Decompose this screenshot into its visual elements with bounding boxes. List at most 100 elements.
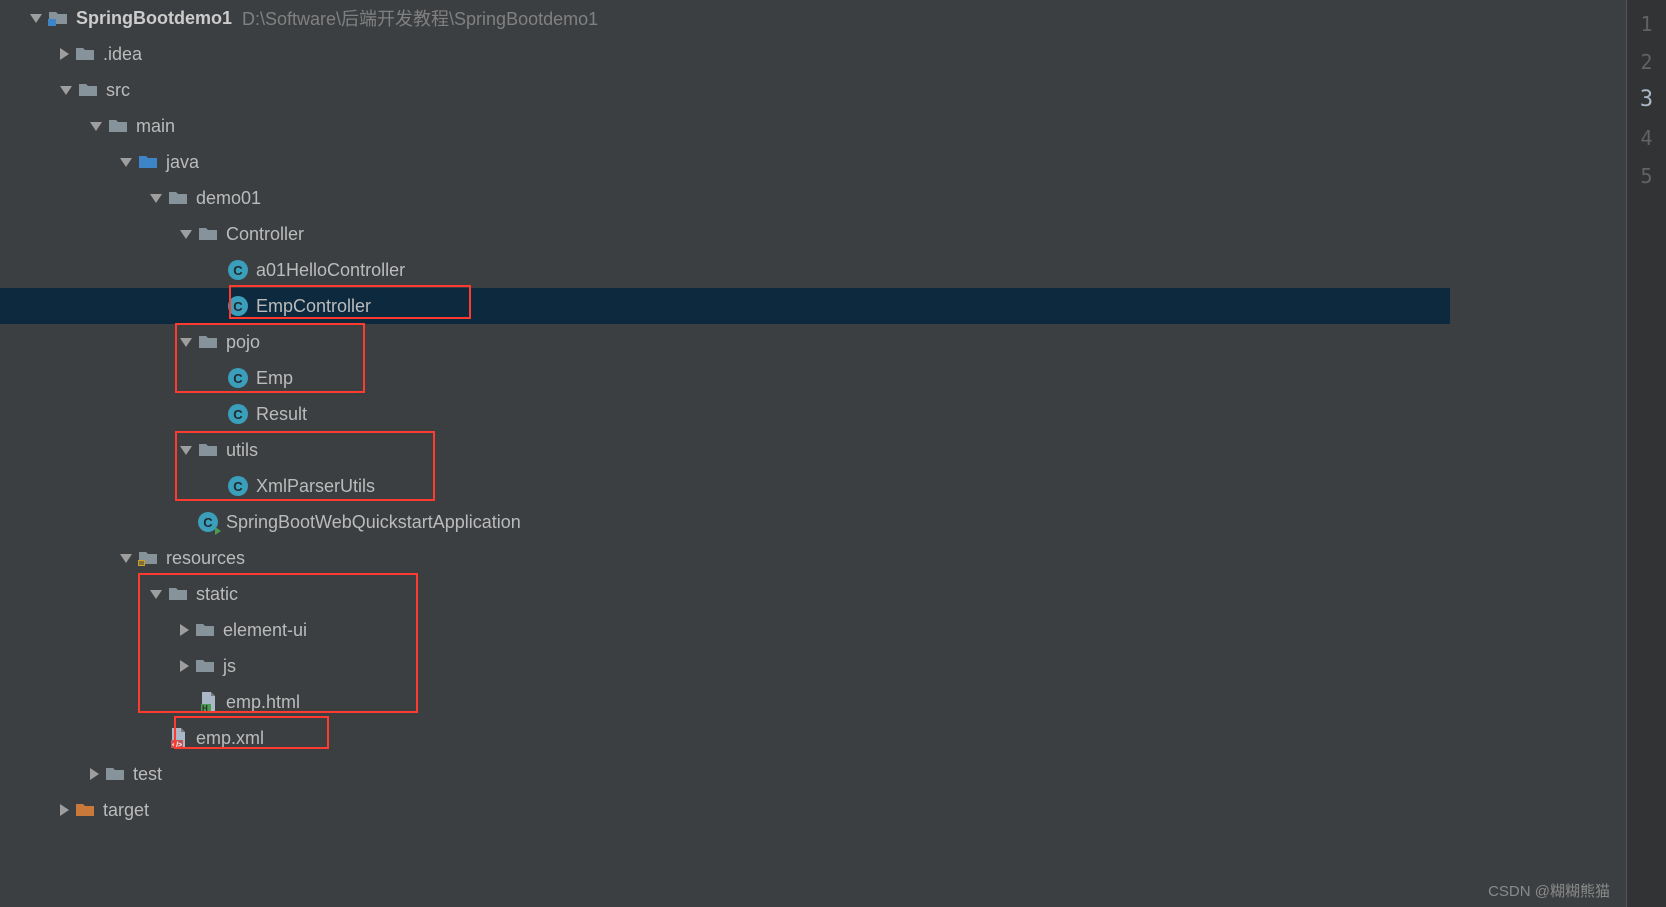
- tree-row[interactable]: C EmpController: [0, 288, 1450, 324]
- chevron-right-icon[interactable]: [180, 660, 189, 672]
- tree-item-label: SpringBootWebQuickstartApplication: [226, 512, 521, 533]
- tree-item-label: emp.xml: [196, 728, 264, 749]
- editor-gutter: 12345: [1626, 0, 1666, 907]
- chevron-down-icon[interactable]: [120, 554, 132, 563]
- folder-icon: [198, 332, 218, 352]
- tree-row[interactable]: java: [0, 144, 1450, 180]
- tree-row[interactable]: C Result: [0, 396, 1450, 432]
- tree-row[interactable]: demo01: [0, 180, 1450, 216]
- chevron-down-icon[interactable]: [120, 158, 132, 167]
- class-icon: C: [228, 404, 248, 424]
- target-folder-icon: [75, 800, 95, 820]
- tree-row[interactable]: C SpringBootWebQuickstartApplication: [0, 504, 1450, 540]
- tree-row[interactable]: main: [0, 108, 1450, 144]
- gutter-line-number[interactable]: 2: [1627, 43, 1666, 81]
- folder-icon: [168, 188, 188, 208]
- arrow-spacer: [210, 264, 222, 276]
- chevron-down-icon[interactable]: [60, 86, 72, 95]
- folder-icon: [78, 80, 98, 100]
- folder-icon: [195, 620, 215, 640]
- tree-row[interactable]: test: [0, 756, 1450, 792]
- svg-text:</>: </>: [172, 742, 182, 748]
- html-file-icon: H: [198, 692, 218, 712]
- tree-item-label: utils: [226, 440, 258, 461]
- tree-item-label: SpringBootdemo1: [76, 8, 232, 29]
- tree-row[interactable]: js: [0, 648, 1450, 684]
- tree-row[interactable]: C Emp: [0, 360, 1450, 396]
- tree-item-label: main: [136, 116, 175, 137]
- tree-row[interactable]: element-ui: [0, 612, 1450, 648]
- tree-item-label: element-ui: [223, 620, 307, 641]
- folder-icon: [168, 584, 188, 604]
- folder-icon: [198, 224, 218, 244]
- class-icon: C: [228, 476, 248, 496]
- tree-item-label: test: [133, 764, 162, 785]
- arrow-spacer: [210, 408, 222, 420]
- tree-item-label: emp.html: [226, 692, 300, 713]
- folder-icon: [195, 656, 215, 676]
- tree-item-hint: D:\Software\后端开发教程\SpringBootdemo1: [242, 5, 598, 31]
- tree-row[interactable]: </> emp.xml: [0, 720, 1450, 756]
- folder-icon: [108, 116, 128, 136]
- tree-item-label: Controller: [226, 224, 304, 245]
- chevron-down-icon[interactable]: [30, 14, 42, 23]
- tree-item-label: EmpController: [256, 296, 371, 317]
- resources-folder-icon: [138, 548, 158, 568]
- source-folder-icon: [138, 152, 158, 172]
- tree-row[interactable]: utils: [0, 432, 1450, 468]
- xml-file-icon: </>: [168, 728, 188, 748]
- module-folder-icon: [48, 8, 68, 28]
- tree-row[interactable]: C XmlParserUtils: [0, 468, 1450, 504]
- gutter-line-number[interactable]: 5: [1627, 157, 1666, 195]
- arrow-spacer: [180, 696, 192, 708]
- gutter-line-number[interactable]: 1: [1627, 5, 1666, 43]
- tree-row[interactable]: resources: [0, 540, 1450, 576]
- tree-row[interactable]: Hemp.html: [0, 684, 1450, 720]
- gutter-line-number[interactable]: 4: [1627, 119, 1666, 157]
- tree-row[interactable]: SpringBootdemo1 D:\Software\后端开发教程\Spring…: [0, 0, 1450, 36]
- folder-icon: [75, 44, 95, 64]
- tree-item-label: demo01: [196, 188, 261, 209]
- chevron-down-icon[interactable]: [180, 446, 192, 455]
- arrow-spacer: [210, 300, 222, 312]
- tree-item-label: .idea: [103, 44, 142, 65]
- arrow-spacer: [180, 516, 192, 528]
- chevron-down-icon[interactable]: [180, 230, 192, 239]
- tree-item-label: XmlParserUtils: [256, 476, 375, 497]
- arrow-spacer: [210, 372, 222, 384]
- class-icon: C: [228, 296, 248, 316]
- tree-item-label: Emp: [256, 368, 293, 389]
- tree-row[interactable]: .idea: [0, 36, 1450, 72]
- chevron-right-icon[interactable]: [60, 804, 69, 816]
- chevron-down-icon[interactable]: [150, 590, 162, 599]
- tree-row[interactable]: Ca01HelloController: [0, 252, 1450, 288]
- folder-icon: [105, 764, 125, 784]
- arrow-spacer: [150, 732, 162, 744]
- folder-icon: [198, 440, 218, 460]
- tree-row[interactable]: src: [0, 72, 1450, 108]
- tree-row[interactable]: Controller: [0, 216, 1450, 252]
- tree-item-label: a01HelloController: [256, 260, 405, 281]
- svg-text:H: H: [202, 704, 208, 712]
- chevron-right-icon[interactable]: [60, 48, 69, 60]
- runnable-class-icon: C: [198, 512, 218, 532]
- chevron-down-icon[interactable]: [90, 122, 102, 131]
- chevron-down-icon[interactable]: [150, 194, 162, 203]
- tree-item-label: target: [103, 800, 149, 821]
- tree-row[interactable]: pojo: [0, 324, 1450, 360]
- tree-row[interactable]: static: [0, 576, 1450, 612]
- project-tree-panel: SpringBootdemo1 D:\Software\后端开发教程\Spring…: [0, 0, 1450, 907]
- tree-item-label: Result: [256, 404, 307, 425]
- arrow-spacer: [210, 480, 222, 492]
- chevron-right-icon[interactable]: [90, 768, 99, 780]
- tree-row[interactable]: target: [0, 792, 1450, 828]
- chevron-right-icon[interactable]: [180, 624, 189, 636]
- class-icon: C: [228, 368, 248, 388]
- tree-item-label: pojo: [226, 332, 260, 353]
- gutter-line-number[interactable]: 3: [1627, 81, 1666, 119]
- class-icon: C: [228, 260, 248, 280]
- chevron-down-icon[interactable]: [180, 338, 192, 347]
- watermark-text: CSDN @糊糊熊猫: [1488, 880, 1610, 901]
- tree-item-label: resources: [166, 548, 245, 569]
- tree-item-label: js: [223, 656, 236, 677]
